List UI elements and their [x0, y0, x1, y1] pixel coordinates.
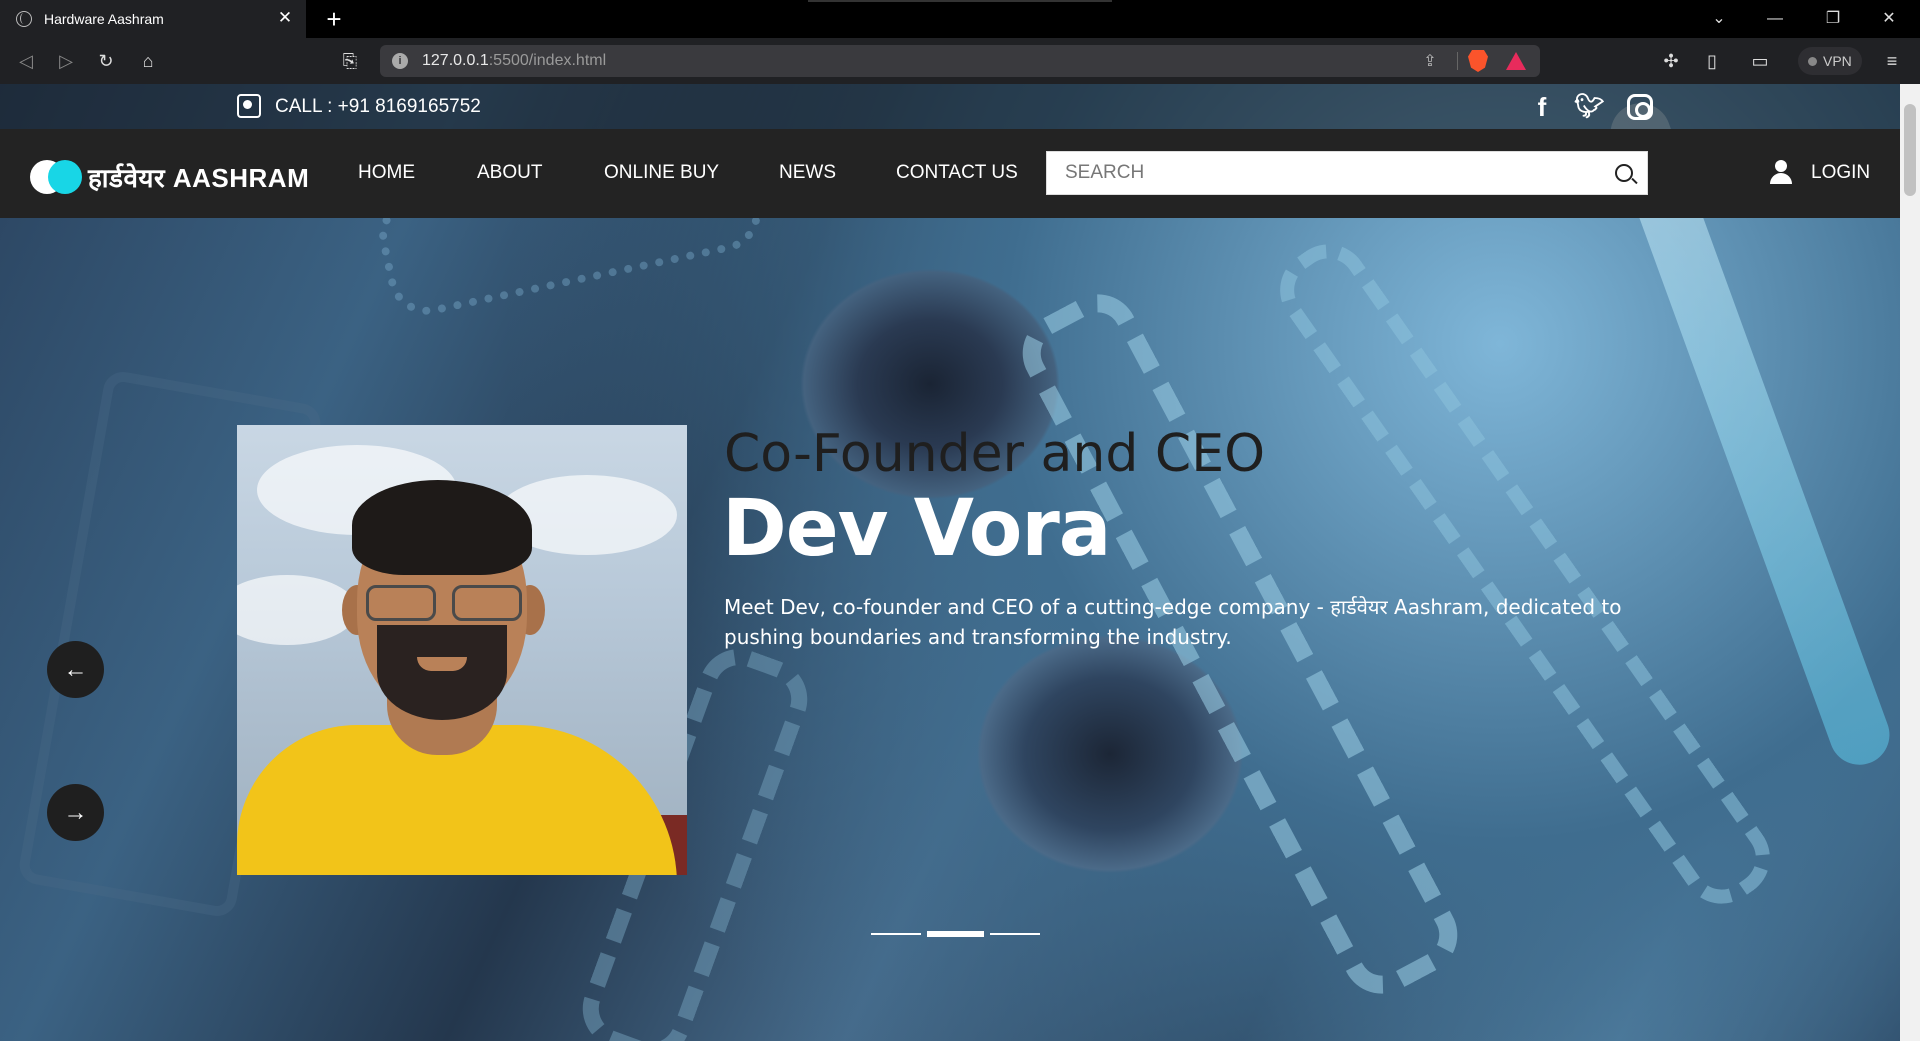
logo-icon[interactable]: [30, 160, 82, 194]
url-path: :5500/index.html: [488, 52, 607, 69]
hero-description: Meet Dev, co-founder and CEO of a cuttin…: [724, 595, 1622, 649]
close-tab-icon[interactable]: ✕: [276, 9, 294, 27]
hero-subtitle: Co-Founder and CEO: [724, 424, 1265, 484]
nav-home[interactable]: HOME: [358, 162, 415, 184]
share-icon[interactable]: ⇪: [1420, 51, 1440, 71]
vpn-button[interactable]: VPN: [1798, 47, 1862, 75]
nav-online-buy[interactable]: ONLINE BUY: [604, 162, 719, 184]
reload-button[interactable]: ↻: [92, 47, 120, 75]
carousel-indicator[interactable]: [871, 933, 921, 935]
carousel-prev-button[interactable]: ←: [47, 641, 104, 698]
search-input[interactable]: [1047, 152, 1597, 194]
twitter-icon[interactable]: 🐦︎: [1574, 92, 1604, 122]
menu-icon[interactable]: ≡: [1878, 47, 1906, 75]
url-separator: [1457, 52, 1458, 70]
site-info-icon[interactable]: i: [392, 53, 408, 69]
extensions-icon[interactable]: ✣: [1657, 47, 1685, 75]
new-tab-button[interactable]: +: [320, 5, 348, 33]
arrow-left-icon: ←: [63, 656, 88, 683]
carousel-next-button[interactable]: →: [47, 784, 104, 841]
bookmark-icon[interactable]: ⎘: [336, 47, 364, 75]
arrow-right-icon: →: [63, 799, 88, 826]
url-host: 127.0.0.1: [422, 52, 489, 69]
logo-text[interactable]: हार्डवेयर AASHRAM: [88, 159, 309, 195]
carousel-indicators: [871, 931, 1046, 937]
nav-news[interactable]: NEWS: [779, 162, 836, 184]
forward-button[interactable]: ▷: [52, 47, 80, 75]
facebook-icon[interactable]: f: [1527, 92, 1557, 122]
close-window-button[interactable]: ✕: [1876, 6, 1902, 32]
address-bar[interactable]: i 127.0.0.1:5500/index.html ⇪: [380, 45, 1540, 77]
carousel-indicator-active[interactable]: [927, 931, 984, 937]
login-link[interactable]: LOGIN: [1811, 162, 1870, 184]
call-number[interactable]: CALL : +91 8169165752: [275, 96, 481, 118]
tab-strip-divider: [808, 0, 1112, 2]
browser-tab-strip: Hardware Aashram ✕ + ⌄ — ❐ ✕: [0, 0, 1920, 38]
globe-icon: [16, 11, 32, 27]
search-box: [1046, 151, 1648, 195]
brave-rewards-icon[interactable]: [1506, 52, 1526, 70]
page-scrollbar[interactable]: [1900, 84, 1920, 1041]
restore-button[interactable]: ❐: [1820, 6, 1846, 32]
browser-tab[interactable]: Hardware Aashram ✕: [0, 0, 306, 38]
wallet-icon[interactable]: ▭: [1746, 47, 1774, 75]
nav-contact-us[interactable]: CONTACT US: [896, 162, 1018, 184]
contact-strip: CALL : +91 8169165752 f 🐦︎: [0, 84, 1900, 129]
sidebar-icon[interactable]: ▯: [1698, 47, 1726, 75]
back-button[interactable]: ◁: [12, 47, 40, 75]
main-navbar: हार्डवेयर AASHRAM HOME ABOUT ONLINE BUY …: [0, 129, 1900, 218]
tab-title: Hardware Aashram: [44, 11, 164, 27]
scrollbar-thumb[interactable]: [1904, 104, 1916, 196]
carousel-indicator[interactable]: [990, 933, 1040, 935]
brave-shields-icon[interactable]: [1468, 50, 1488, 72]
vpn-status-icon: [1808, 56, 1817, 66]
instagram-icon[interactable]: [1627, 94, 1653, 120]
phone-icon: [237, 94, 261, 118]
hero-name: Dev Vora: [722, 484, 1111, 574]
page-viewport: CALL : +91 8169165752 f 🐦︎ हार्डवेयर AAS…: [0, 84, 1920, 1041]
minimize-button[interactable]: —: [1762, 6, 1788, 32]
user-icon[interactable]: [1770, 160, 1792, 184]
vpn-label: VPN: [1823, 53, 1852, 69]
home-button[interactable]: ⌂: [134, 47, 162, 75]
tab-search-chevron-icon[interactable]: ⌄: [1706, 6, 1732, 32]
ceo-photo: [237, 425, 687, 875]
search-icon[interactable]: [1615, 164, 1633, 182]
browser-toolbar: ◁ ▷ ↻ ⌂ ⎘ i 127.0.0.1:5500/index.html ⇪ …: [0, 38, 1920, 84]
nav-about[interactable]: ABOUT: [477, 162, 542, 184]
